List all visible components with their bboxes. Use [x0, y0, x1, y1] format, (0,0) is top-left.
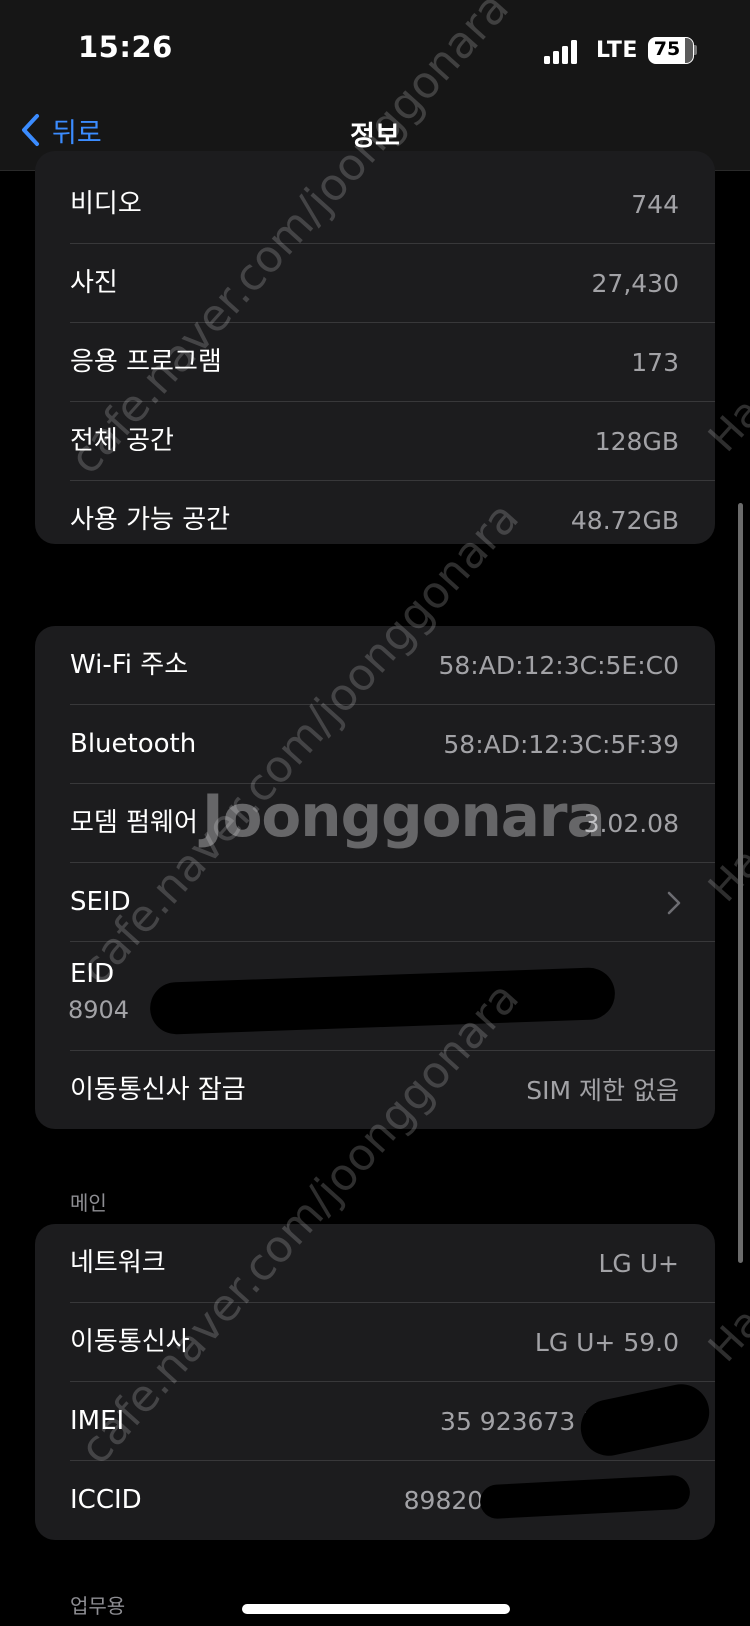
watermark-logo: Joonggonara: [202, 782, 606, 850]
status-time: 15:26: [78, 30, 173, 64]
status-bar: 15:26 LTE 75: [0, 0, 750, 100]
row-bluetooth[interactable]: Bluetooth 58:AD:12:3C:5F:39: [35, 705, 715, 784]
network-type: LTE: [596, 38, 638, 63]
cellular-signal-icon: [544, 38, 584, 64]
row-wifi-address[interactable]: Wi-Fi 주소 58:AD:12:3C:5E:C0: [35, 626, 715, 705]
page-title: 정보: [350, 121, 400, 152]
row-carrier-lock: 이동통신사 잠금 SIM 제한 없음: [70, 1075, 679, 1105]
section-header-main: 메인: [70, 1191, 107, 1215]
chevron-right-icon: [667, 891, 681, 915]
home-indicator[interactable]: [242, 1604, 510, 1614]
scrollbar[interactable]: [738, 503, 743, 1263]
row-applications: 응용 프로그램 173: [35, 323, 715, 402]
eid-value: 8904: [68, 996, 130, 1024]
row-network: 네트워크 LG U+: [35, 1224, 715, 1303]
section-header-work: 업무용: [70, 1594, 126, 1618]
row-available: 사용 가능 공간 48.72GB: [70, 505, 679, 535]
row-carrier[interactable]: 이동통신사 LG U+ 59.0: [35, 1303, 715, 1382]
row-seid[interactable]: SEID: [35, 863, 715, 942]
row-capacity: 전체 공간 128GB: [35, 402, 715, 481]
battery-icon: 75: [648, 37, 698, 64]
row-photos: 사진 27,430: [35, 244, 715, 323]
battery-level: 75: [653, 38, 681, 60]
storage-group: 비디오 744 사진 27,430 응용 프로그램 173 전체 공간 128G…: [35, 151, 715, 544]
row-videos: 비디오 744: [35, 165, 715, 244]
hardware-group: Wi-Fi 주소 58:AD:12:3C:5E:C0 Bluetooth 58:…: [35, 626, 715, 1129]
